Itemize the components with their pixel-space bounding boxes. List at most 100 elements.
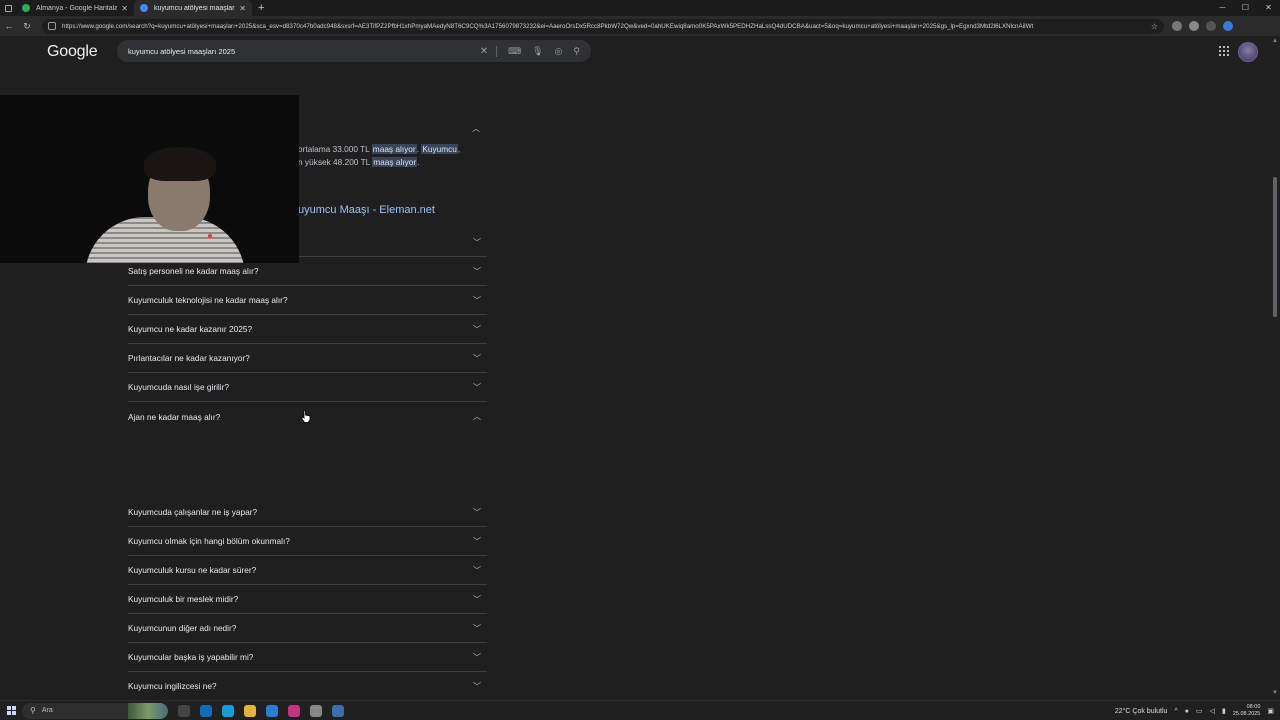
chevron-down-icon[interactable]: ﹀: [473, 324, 481, 335]
bookmark-star-icon[interactable]: ☆: [1151, 22, 1158, 31]
store-icon[interactable]: [200, 704, 212, 717]
snippet-text: .: [417, 157, 420, 167]
file-explorer-icon[interactable]: [244, 704, 256, 717]
snippet-line-2: n yüksek 48.200 TL maaş alıyor.: [298, 157, 419, 167]
clock[interactable]: 08:00 25.08.2025: [1233, 704, 1261, 718]
maps-favicon-icon: [22, 4, 30, 12]
microphone-icon[interactable]: ●: [1185, 708, 1189, 715]
volume-icon[interactable]: ◁: [1210, 707, 1215, 715]
paa-question[interactable]: Kuyumcu ne kadar kazanır 2025? ﹀: [128, 315, 487, 344]
paa-question-text: Kuyumcu olmak için hangi bölüm okunmalı?: [128, 536, 290, 546]
tab-maps[interactable]: Almanya - Google Haritalar ✕: [16, 0, 134, 16]
instagram-icon[interactable]: [288, 704, 300, 717]
snippet-text: ortalama 33.000 TL: [298, 144, 372, 154]
extension-icon[interactable]: [1172, 21, 1182, 31]
snippet-highlight: maaş alıyor: [372, 157, 418, 167]
close-tab-icon[interactable]: ✕: [121, 4, 128, 13]
google-logo[interactable]: Google: [47, 43, 98, 61]
battery-icon[interactable]: ▮: [1222, 707, 1226, 715]
page-scrollbar[interactable]: ▲ ▼: [1270, 36, 1280, 698]
clock-time: 08:00: [1246, 704, 1261, 710]
app-icon[interactable]: [332, 704, 344, 717]
paa-question[interactable]: Kuyumcu ingilizcesi ne? ﹀: [128, 672, 487, 698]
chevron-up-icon[interactable]: ︿: [472, 123, 480, 134]
google-apps-icon[interactable]: [1219, 46, 1229, 56]
lens-icon[interactable]: ◎: [555, 46, 563, 57]
paa-question[interactable]: Kuyumcuda çalışanlar ne iş yapar? ﹀: [128, 498, 487, 527]
chevron-up-icon[interactable]: ^: [1174, 708, 1177, 715]
taskbar-apps: [178, 704, 344, 717]
chevron-up-icon[interactable]: ︿: [473, 411, 481, 422]
snippet-highlight: Kuyumcu: [421, 144, 458, 154]
paa-question[interactable]: Pırlantacılar ne kadar kazanıyor? ﹀: [128, 344, 487, 373]
scrollbar-thumb[interactable]: [1273, 177, 1277, 317]
notification-icon[interactable]: ▣: [1267, 707, 1274, 715]
paa-question[interactable]: Kuyumcular başka iş yapabilir mi? ﹀: [128, 643, 487, 672]
close-tab-icon[interactable]: ✕: [239, 4, 246, 13]
new-tab-button[interactable]: +: [258, 2, 264, 14]
paa-question-text: Satış personeli ne kadar maaş alır?: [128, 266, 259, 276]
windows-logo-icon: [6, 706, 16, 715]
outlook-icon[interactable]: [266, 704, 278, 717]
scroll-up-icon[interactable]: ▲: [1272, 38, 1278, 44]
keyboard-icon[interactable]: ⌨: [508, 46, 521, 57]
result-title-link[interactable]: uyumcu Maaşı - Eleman.net: [298, 204, 435, 216]
edge-copilot-icon[interactable]: [1223, 21, 1233, 31]
scroll-down-icon[interactable]: ▼: [1272, 690, 1278, 696]
search-icon[interactable]: ⚲: [573, 46, 580, 57]
browser-toolbar: ← ↻ https://www.google.com/search?q=kuyu…: [0, 16, 1280, 36]
paa-question[interactable]: Kuyumculuk kursu ne kadar sürer? ﹀: [128, 556, 487, 585]
paa-question[interactable]: Kuyumcuda nasıl işe girilir? ﹀: [128, 373, 487, 402]
network-icon[interactable]: ▭: [1196, 707, 1203, 715]
maximize-icon[interactable]: ☐: [1234, 0, 1257, 16]
task-view-icon[interactable]: [178, 704, 190, 717]
chevron-down-icon[interactable]: ﹀: [473, 237, 481, 248]
paa-question-text: Kuyumcunun diğer adı nedir?: [128, 623, 237, 633]
window-menu-icon[interactable]: [0, 0, 16, 16]
close-window-icon[interactable]: ✕: [1257, 0, 1280, 16]
clock-date: 25.08.2025: [1232, 711, 1261, 717]
chevron-down-icon[interactable]: ﹀: [473, 266, 481, 277]
chevron-down-icon[interactable]: ﹀: [473, 652, 481, 663]
search-box[interactable]: kuyumcu atölyesi maaşları 2025 ✕ ⌨ 🎙 ◎ ⚲: [117, 40, 591, 62]
chevron-down-icon[interactable]: ﹀: [473, 536, 481, 547]
paa-question-text: Kuyumculuk teknolojisi ne kadar maaş alı…: [128, 295, 288, 305]
paa-question-text: Ajan ne kadar maaş alır?: [128, 411, 221, 422]
taskbar-search[interactable]: ⚲ Ara: [22, 702, 168, 719]
chrome-icon[interactable]: [310, 704, 322, 717]
address-bar[interactable]: https://www.google.com/search?q=kuyumcu+…: [42, 18, 1164, 34]
weather-widget[interactable]: 22°C Çok bulutlu: [1115, 708, 1168, 715]
search-input[interactable]: kuyumcu atölyesi maaşları 2025: [128, 47, 480, 56]
clear-icon[interactable]: ✕: [480, 45, 498, 57]
snippet-highlight: maaş alıyor: [371, 144, 417, 154]
chevron-down-icon[interactable]: ﹀: [473, 295, 481, 306]
chevron-down-icon[interactable]: ﹀: [473, 507, 481, 518]
chevron-down-icon[interactable]: ﹀: [473, 382, 481, 393]
profile-icon[interactable]: [1189, 21, 1199, 31]
site-info-icon[interactable]: [48, 22, 56, 30]
paa-question-text: Kuyumcu ingilizcesi ne?: [128, 681, 217, 691]
paa-question[interactable]: Kuyumculuk bir meslek midir? ﹀: [128, 585, 487, 614]
windows-taskbar: ⚲ Ara 22°C Çok bulutlu ^ ● ▭ ◁ ▮ 08:00 2…: [0, 700, 1280, 720]
edge-icon[interactable]: [222, 704, 234, 717]
microphone-icon[interactable]: 🎙: [532, 46, 543, 57]
url-text[interactable]: https://www.google.com/search?q=kuyumcu+…: [62, 23, 1147, 30]
start-button[interactable]: [0, 706, 22, 715]
chevron-down-icon[interactable]: ﹀: [473, 681, 481, 692]
search-icon: ⚲: [30, 706, 36, 715]
tab-title: kuyumcu atölyesi maaşları 2025: [154, 4, 236, 12]
paa-question[interactable]: Kuyumcu olmak için hangi bölüm okunmalı?…: [128, 527, 487, 556]
minimize-icon[interactable]: ─: [1211, 0, 1234, 16]
chevron-down-icon[interactable]: ﹀: [473, 623, 481, 634]
paa-question[interactable]: Kuyumculuk teknolojisi ne kadar maaş alı…: [128, 286, 487, 315]
reload-icon[interactable]: ↻: [18, 21, 36, 32]
account-avatar[interactable]: [1238, 42, 1258, 62]
chevron-down-icon[interactable]: ﹀: [473, 565, 481, 576]
back-icon[interactable]: ←: [0, 21, 18, 31]
paa-question[interactable]: Kuyumcunun diğer adı nedir? ﹀: [128, 614, 487, 643]
tab-search[interactable]: kuyumcu atölyesi maaşları 2025 ✕: [134, 0, 252, 16]
person-hair: [144, 147, 216, 181]
chevron-down-icon[interactable]: ﹀: [473, 353, 481, 364]
chevron-down-icon[interactable]: ﹀: [473, 594, 481, 605]
menu-icon[interactable]: [1206, 21, 1216, 31]
